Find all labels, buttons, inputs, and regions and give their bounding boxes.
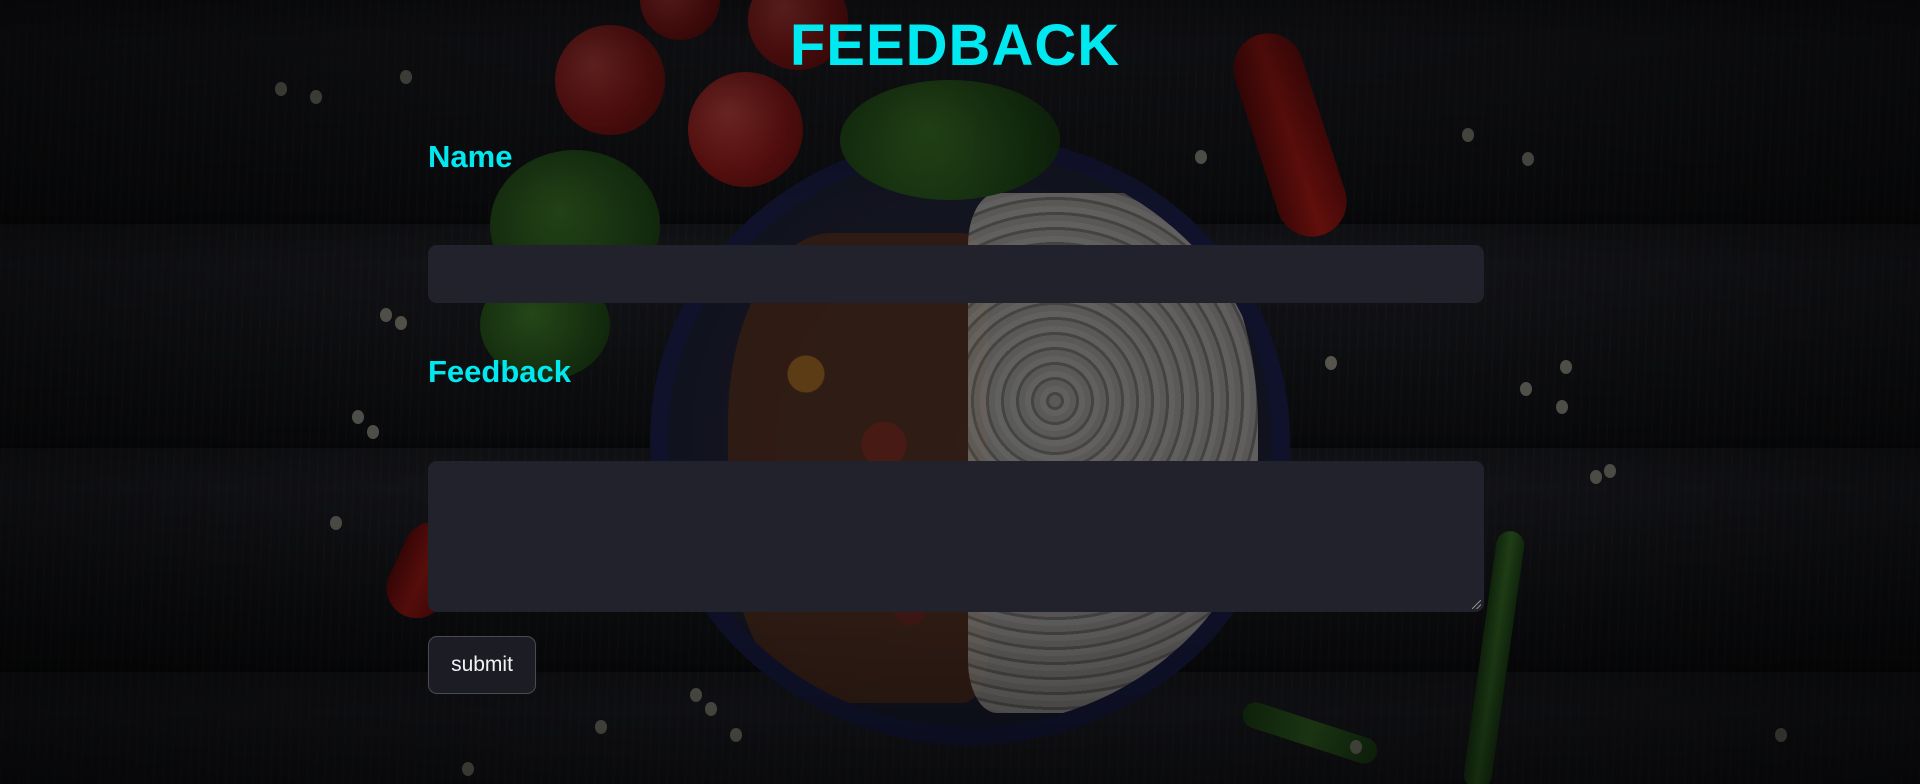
name-input[interactable] (428, 245, 1484, 303)
name-label: Name (428, 139, 513, 174)
resize-handle-icon[interactable] (1472, 600, 1481, 609)
feedback-page: FEEDBACK Name Feedback submit (0, 0, 1920, 784)
feedback-label: Feedback (428, 354, 572, 389)
submit-button[interactable]: submit (428, 636, 536, 694)
page-title: FEEDBACK (789, 13, 1121, 78)
feedback-textarea[interactable] (428, 461, 1484, 612)
